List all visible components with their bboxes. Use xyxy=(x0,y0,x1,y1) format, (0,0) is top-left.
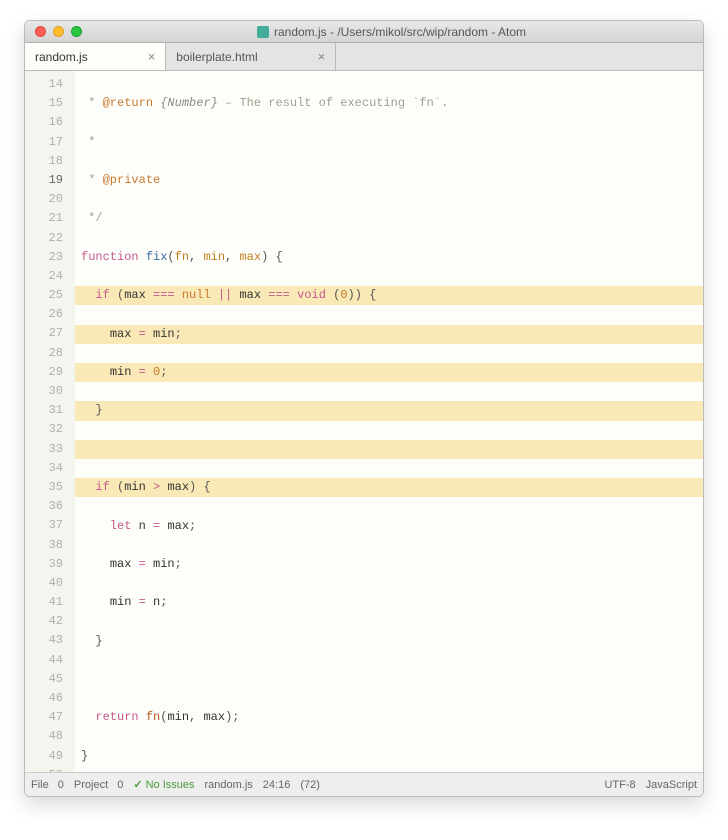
line-number[interactable]: 19 xyxy=(25,171,63,190)
close-icon[interactable] xyxy=(35,26,46,37)
code-area[interactable]: * @return {Number} – The result of execu… xyxy=(75,71,703,772)
tab-label: boilerplate.html xyxy=(176,50,257,64)
line-gutter: 1415161718192021222324252627282930313233… xyxy=(25,71,75,772)
line-number[interactable]: 18 xyxy=(25,152,63,171)
maximize-icon[interactable] xyxy=(71,26,82,37)
line-number[interactable]: 24 xyxy=(25,267,63,286)
line-number[interactable]: 27 xyxy=(25,324,63,343)
line-number[interactable]: 44 xyxy=(25,651,63,670)
line-number[interactable]: 45 xyxy=(25,670,63,689)
status-bar: File 0 Project 0 ✓ No Issues random.js 2… xyxy=(25,772,703,796)
close-icon[interactable]: × xyxy=(148,49,156,64)
line-number[interactable]: 21 xyxy=(25,209,63,228)
status-language[interactable]: JavaScript xyxy=(646,779,697,791)
status-issues[interactable]: ✓ No Issues xyxy=(133,778,194,791)
line-number[interactable]: 48 xyxy=(25,727,63,746)
status-cursor[interactable]: 24:16 xyxy=(263,779,291,791)
line-number[interactable]: 16 xyxy=(25,113,63,132)
line-number[interactable]: 42 xyxy=(25,612,63,631)
line-number[interactable]: 29 xyxy=(25,363,63,382)
line-number[interactable]: 22 xyxy=(25,229,63,248)
status-selection: (72) xyxy=(300,779,320,791)
window-title: random.js - /Users/mikol/src/wip/random … xyxy=(90,25,693,39)
line-number[interactable]: 47 xyxy=(25,708,63,727)
line-number[interactable]: 49 xyxy=(25,747,63,766)
line-number[interactable]: 17 xyxy=(25,133,63,152)
close-icon[interactable]: × xyxy=(318,49,326,64)
line-number[interactable]: 30 xyxy=(25,382,63,401)
line-number[interactable]: 34 xyxy=(25,459,63,478)
line-number[interactable]: 20 xyxy=(25,190,63,209)
line-number[interactable]: 43 xyxy=(25,631,63,650)
titlebar[interactable]: random.js - /Users/mikol/src/wip/random … xyxy=(25,21,703,43)
line-number[interactable]: 26 xyxy=(25,305,63,324)
status-file[interactable]: File 0 xyxy=(31,779,64,791)
line-number[interactable]: 25 xyxy=(25,286,63,305)
line-number[interactable]: 46 xyxy=(25,689,63,708)
window-title-text: random.js - /Users/mikol/src/wip/random … xyxy=(274,25,526,39)
line-number[interactable]: 36 xyxy=(25,497,63,516)
line-number[interactable]: 37 xyxy=(25,516,63,535)
status-encoding[interactable]: UTF-8 xyxy=(604,779,635,791)
line-number[interactable]: 31 xyxy=(25,401,63,420)
minimize-icon[interactable] xyxy=(53,26,64,37)
status-filename: random.js xyxy=(205,779,253,791)
line-number[interactable]: 32 xyxy=(25,420,63,439)
status-project[interactable]: Project 0 xyxy=(74,779,123,791)
app-window: random.js - /Users/mikol/src/wip/random … xyxy=(24,20,704,797)
line-number[interactable]: 28 xyxy=(25,344,63,363)
tab-random-js[interactable]: random.js × xyxy=(25,43,166,70)
line-number[interactable]: 23 xyxy=(25,248,63,267)
check-icon: ✓ xyxy=(133,778,142,791)
line-number[interactable]: 38 xyxy=(25,536,63,555)
line-number[interactable]: 14 xyxy=(25,75,63,94)
tab-label: random.js xyxy=(35,50,88,64)
traffic-lights xyxy=(35,26,82,37)
tab-boilerplate-html[interactable]: boilerplate.html × xyxy=(166,43,336,70)
line-number[interactable]: 35 xyxy=(25,478,63,497)
line-number[interactable]: 33 xyxy=(25,440,63,459)
line-number[interactable]: 40 xyxy=(25,574,63,593)
line-number[interactable]: 15 xyxy=(25,94,63,113)
file-icon xyxy=(257,26,269,38)
tab-bar: random.js × boilerplate.html × xyxy=(25,43,703,71)
line-number[interactable]: 41 xyxy=(25,593,63,612)
line-number[interactable]: 39 xyxy=(25,555,63,574)
editor[interactable]: 1415161718192021222324252627282930313233… xyxy=(25,71,703,772)
